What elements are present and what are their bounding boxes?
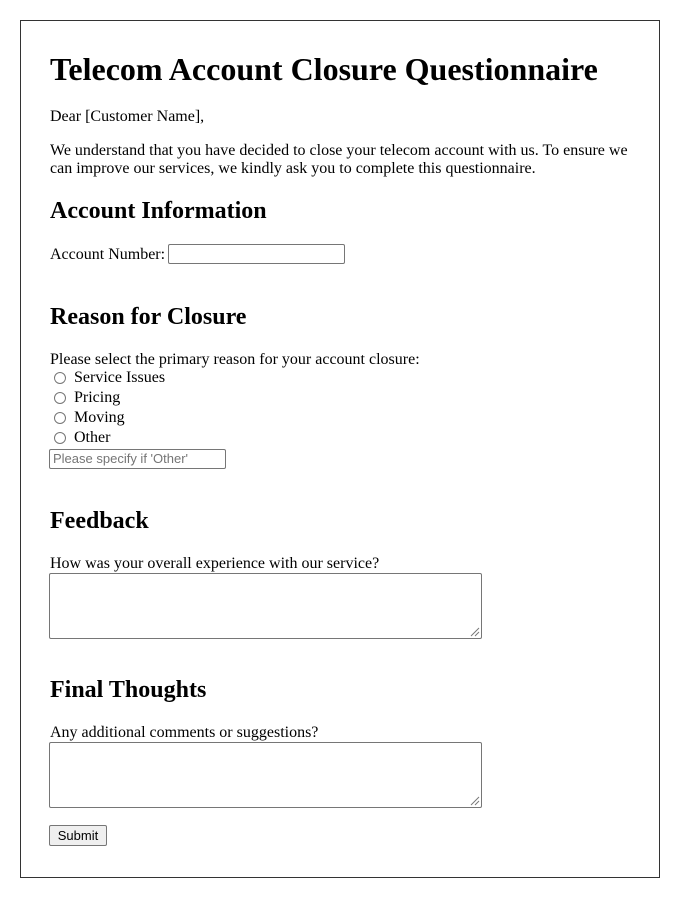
feedback-prompt: How was your overall experience with our… [50, 555, 380, 572]
final-prompt: Any additional comments or suggestions? [50, 724, 319, 741]
other-reason-input[interactable]: Please specify if 'Other' [49, 449, 226, 469]
radio-label: Service Issues [74, 369, 166, 386]
page-title: Telecom Account Closure Questionnaire [50, 51, 598, 87]
radio-button[interactable] [54, 412, 66, 424]
intro-line-1: We understand that you have decided to c… [50, 142, 628, 159]
radio-label: Pricing [74, 389, 121, 406]
radio-option-moving[interactable]: Moving [54, 408, 125, 428]
questionnaire-page: Telecom Account Closure Questionnaire De… [20, 20, 660, 878]
radio-option-other[interactable]: Other [54, 428, 110, 448]
account-info-heading: Account Information [50, 198, 267, 224]
radio-label: Other [74, 429, 111, 446]
final-thoughts-heading: Final Thoughts [50, 677, 207, 703]
radio-button[interactable] [54, 372, 66, 384]
intro-paragraph: We understand that you have decided to c… [50, 142, 640, 178]
account-number-input[interactable] [168, 244, 345, 264]
intro-line-2: can improve our services, we kindly ask … [50, 160, 536, 177]
radio-option-service-issues[interactable]: Service Issues [54, 368, 165, 388]
comments-textarea[interactable] [49, 742, 482, 808]
radio-button[interactable] [54, 392, 66, 404]
reason-heading: Reason for Closure [50, 304, 247, 330]
resize-grip-icon[interactable] [469, 626, 480, 637]
account-number-label: Account Number: [50, 246, 166, 263]
reason-prompt: Please select the primary reason for you… [50, 351, 420, 368]
feedback-heading: Feedback [50, 508, 149, 534]
radio-button[interactable] [54, 432, 66, 444]
radio-label: Moving [74, 409, 125, 426]
greeting: Dear [Customer Name], [50, 108, 205, 125]
resize-grip-icon[interactable] [469, 795, 480, 806]
submit-button[interactable]: Submit [49, 825, 107, 846]
radio-option-pricing[interactable]: Pricing [54, 388, 120, 408]
feedback-textarea[interactable] [49, 573, 482, 639]
